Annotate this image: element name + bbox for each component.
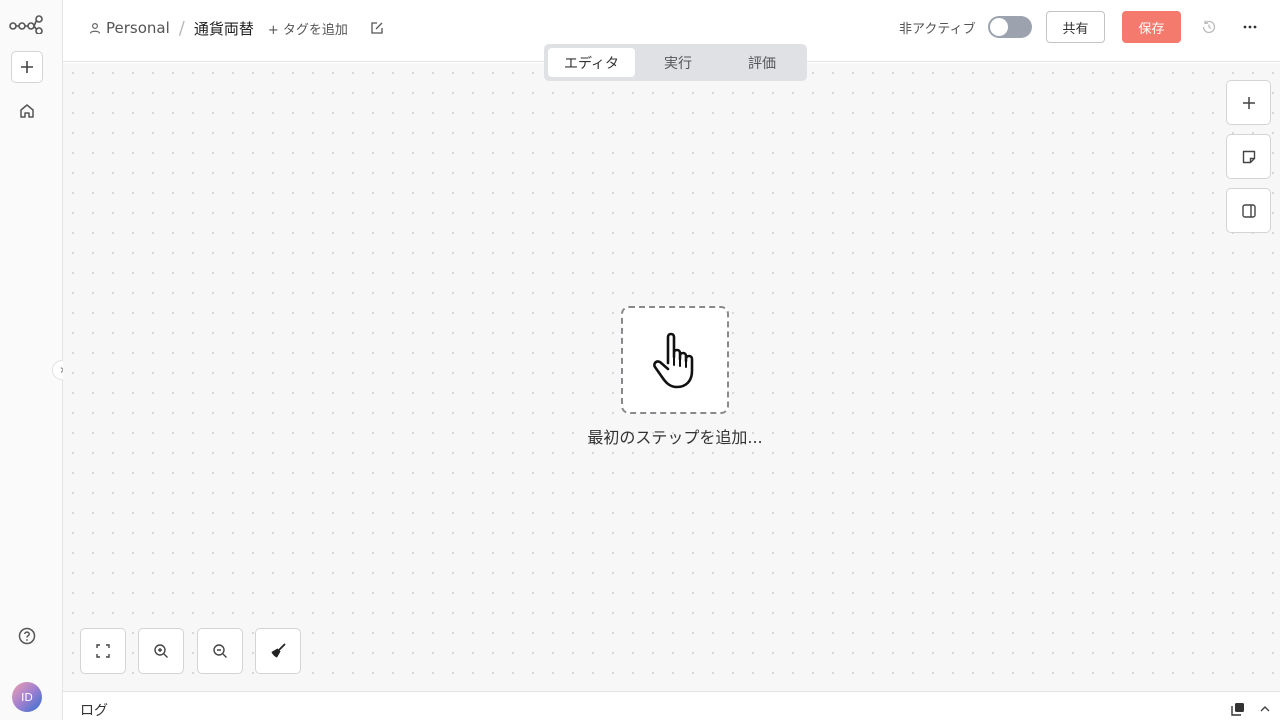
log-popout-button[interactable] — [1230, 701, 1246, 717]
share-button[interactable]: 共有 — [1046, 11, 1105, 43]
side-panel-icon — [1241, 203, 1256, 218]
toggle-knob — [990, 18, 1008, 36]
edit-description-button[interactable] — [370, 21, 384, 35]
active-status-label: 非アクティブ — [899, 22, 976, 37]
sticky-note-icon — [1242, 150, 1255, 163]
add-node-button[interactable] — [1226, 80, 1271, 125]
add-sticky-note-button[interactable] — [1226, 134, 1271, 179]
user-icon — [89, 22, 101, 34]
zoom-out-icon — [213, 644, 227, 658]
add-tag-button[interactable]: + タグを追加 — [268, 19, 348, 38]
fit-view-button[interactable] — [80, 628, 126, 674]
tab-evaluations[interactable]: 評価 — [721, 48, 803, 77]
zoom-in-button[interactable] — [138, 628, 184, 674]
tidy-up-button[interactable] — [255, 628, 301, 674]
left-sidebar: ID — [0, 0, 63, 720]
more-horizontal-icon — [1243, 25, 1257, 29]
user-avatar[interactable]: ID — [12, 682, 42, 712]
zoom-in-icon — [154, 644, 168, 658]
toggle-panel-button[interactable] — [1226, 188, 1271, 233]
tab-executions[interactable]: 実行 — [635, 48, 721, 77]
more-options-button[interactable] — [1241, 18, 1259, 36]
home-icon — [20, 104, 34, 118]
avatar-initials: ID — [21, 690, 33, 704]
history-icon[interactable] — [1200, 18, 1218, 36]
plus-icon — [21, 61, 33, 73]
project-name: Personal — [106, 19, 170, 37]
project-link[interactable]: Personal — [89, 19, 170, 37]
broom-icon — [271, 643, 286, 658]
log-panel-bar[interactable]: ログ — [63, 691, 1280, 720]
help-icon — [18, 627, 36, 645]
breadcrumb: Personal / 通貨両替 + タグを追加 — [89, 17, 384, 39]
chevron-up-icon — [1260, 706, 1270, 712]
add-first-step-label: 最初のステップを追加... — [587, 428, 763, 447]
fit-view-icon — [96, 644, 110, 658]
log-expand-button[interactable] — [1257, 701, 1273, 717]
pointer-hand-icon — [653, 332, 694, 389]
help-button[interactable] — [15, 624, 39, 648]
log-label: ログ — [80, 703, 108, 719]
workflow-title[interactable]: 通貨両替 — [194, 18, 254, 39]
save-button[interactable]: 保存 — [1122, 11, 1181, 43]
view-tabs: エディタ 実行 評価 — [544, 44, 807, 81]
workflow-logo-icon[interactable] — [9, 14, 43, 34]
breadcrumb-separator: / — [178, 17, 185, 39]
active-toggle[interactable] — [988, 16, 1032, 38]
tab-editor[interactable]: エディタ — [548, 48, 635, 77]
add-first-step-button[interactable] — [621, 306, 729, 414]
zoom-out-button[interactable] — [197, 628, 243, 674]
home-button[interactable] — [15, 99, 39, 123]
popout-icon — [1231, 703, 1244, 716]
edit-icon — [371, 22, 383, 34]
create-new-button[interactable] — [11, 51, 43, 83]
plus-icon — [1242, 96, 1255, 109]
